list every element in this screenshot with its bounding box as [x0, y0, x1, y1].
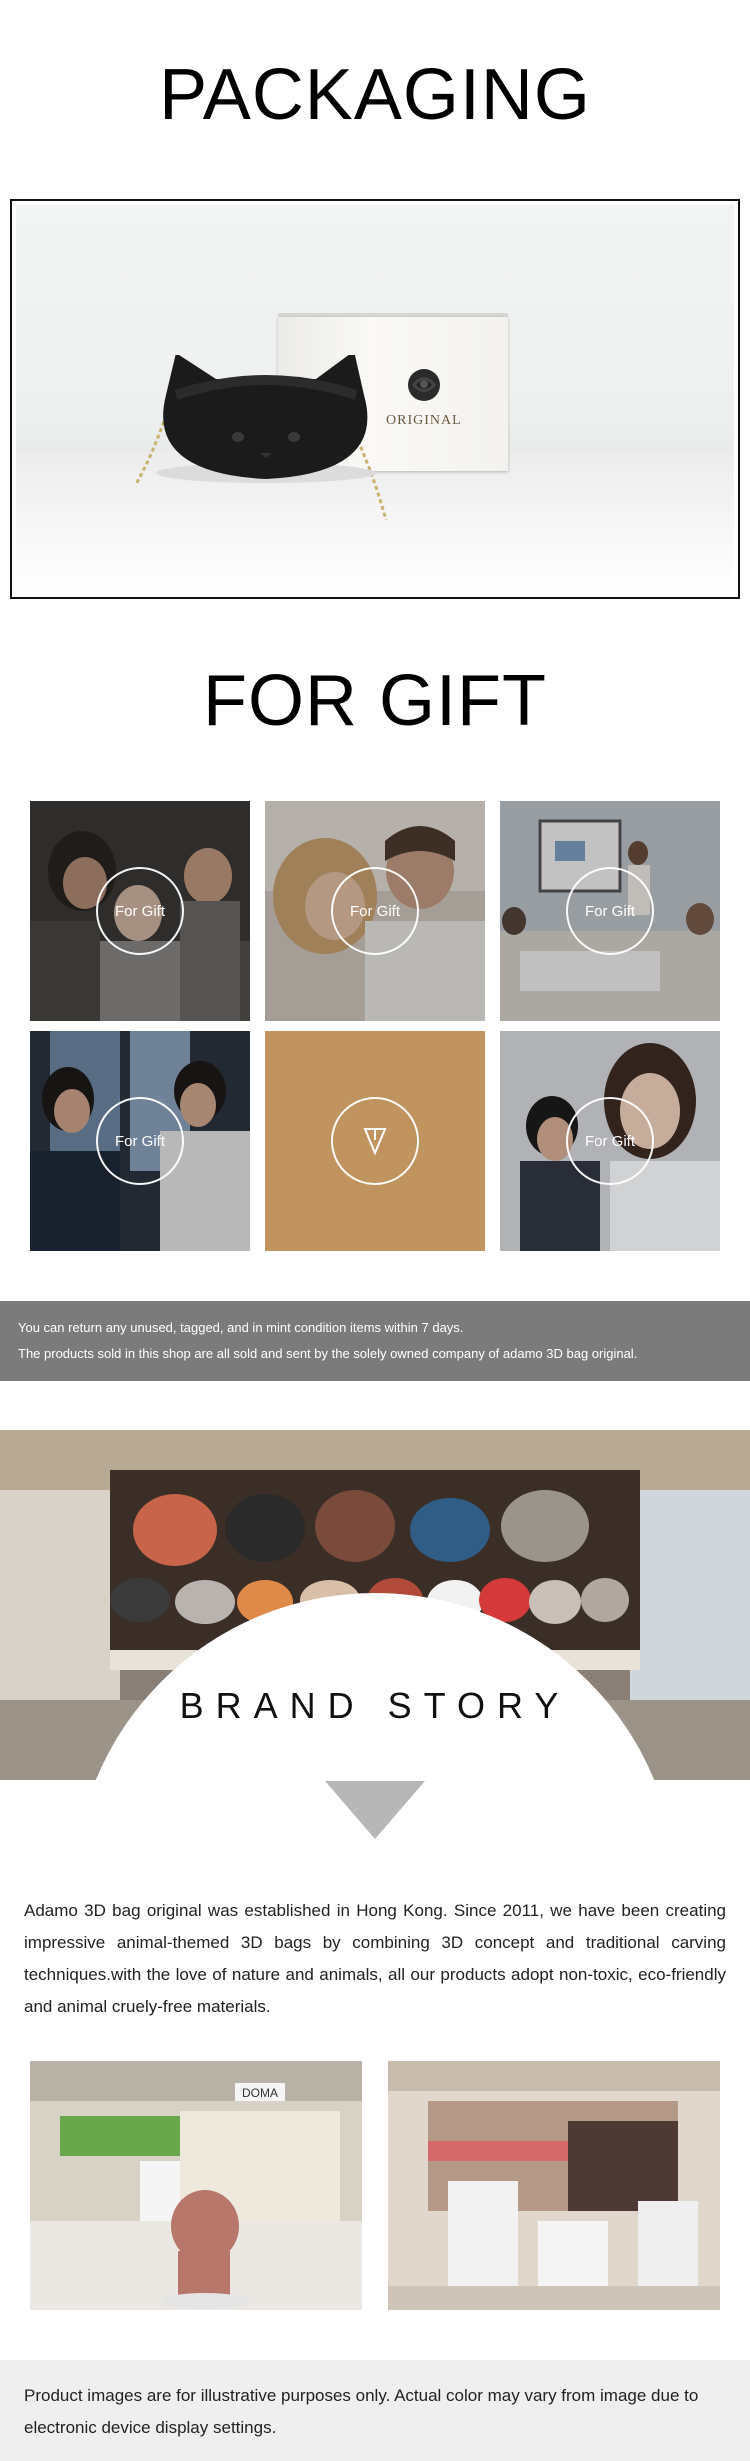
- brand-story-heading: BRAND STORY: [179, 1685, 571, 1726]
- return-policy-text: You can return any unused, tagged, and i…: [18, 1320, 464, 1335]
- gift-tile-office[interactable]: For Gift: [500, 801, 720, 1021]
- cat-bag-icon: [136, 355, 388, 521]
- store-photo-right: [388, 2061, 720, 2310]
- box-logo-text: ORIGINAL: [386, 413, 462, 428]
- for-gift-badge: For Gift: [566, 1097, 654, 1185]
- gift-tile-family[interactable]: For Gift: [30, 801, 250, 1021]
- store-interior-icon: DOMA: [30, 2061, 362, 2310]
- for-gift-badge: For Gift: [96, 867, 184, 955]
- arrow-ring: [331, 1097, 419, 1185]
- store-sign-text: DOMA: [242, 2086, 278, 2100]
- rose-logo-icon: [408, 369, 440, 401]
- store-photo-left: DOMA: [30, 2061, 362, 2310]
- policy-bar: You can return any unused, tagged, and i…: [0, 1301, 750, 1381]
- product-detail-page: PACKAGING ORIGINAL FOR GIFT For Gift For…: [0, 0, 750, 2461]
- gift-tile-friends[interactable]: For Gift: [30, 1031, 250, 1251]
- for-gift-badge: For Gift: [96, 1097, 184, 1185]
- packaging-photo: ORIGINAL: [10, 199, 740, 599]
- down-triangle-icon: [325, 1781, 425, 1839]
- for-gift-badge: For Gift: [331, 867, 419, 955]
- gift-tile-arrow[interactable]: [265, 1031, 485, 1251]
- gift-tile-colleagues[interactable]: For Gift: [500, 1031, 720, 1251]
- arrow-down-icon: [363, 1128, 387, 1156]
- gift-tile-couple[interactable]: For Gift: [265, 801, 485, 1021]
- packaging-heading: PACKAGING: [159, 55, 591, 135]
- disclaimer-text: Product images are for illustrative purp…: [0, 2360, 750, 2461]
- brand-story-text: Adamo 3D bag original was established in…: [24, 1901, 726, 2016]
- for-gift-badge: For Gift: [566, 867, 654, 955]
- store-interior-icon: [388, 2061, 720, 2310]
- seller-info-text: The products sold in this shop are all s…: [18, 1346, 638, 1361]
- gift-heading: FOR GIFT: [203, 661, 547, 741]
